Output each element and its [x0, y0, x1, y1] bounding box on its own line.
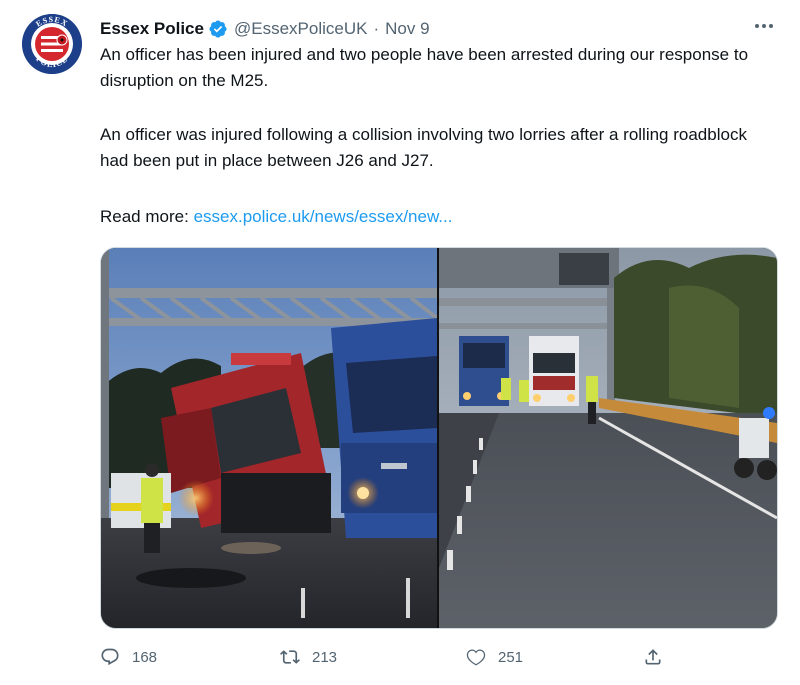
reply-button[interactable]: 168 — [100, 640, 157, 674]
retweet-button[interactable]: 213 — [280, 640, 337, 674]
heart-icon — [466, 649, 486, 666]
read-more-label: Read more: — [100, 207, 189, 226]
tweet-date[interactable]: Nov 9 — [385, 19, 429, 39]
account-handle[interactable]: @EssexPoliceUK — [234, 19, 367, 39]
account-avatar[interactable]: ESSEX POLICE — [22, 14, 82, 74]
tweet-media — [100, 247, 778, 629]
tweet-actions: 168 213 251 — [100, 640, 670, 674]
more-horizontal-icon — [755, 24, 773, 28]
tweet-header: Essex Police @EssexPoliceUK · Nov 9 — [100, 16, 430, 42]
verified-badge-icon — [209, 20, 227, 38]
read-more-line: Read more: essex.police.uk/news/essex/ne… — [100, 204, 770, 230]
article-link[interactable]: essex.police.uk/news/essex/new... — [194, 207, 453, 226]
share-button[interactable] — [643, 640, 675, 674]
tweet-paragraph-2: An officer was injured following a colli… — [100, 125, 747, 170]
like-button[interactable]: 251 — [466, 640, 523, 674]
share-icon — [645, 649, 661, 665]
more-options-button[interactable] — [748, 14, 780, 38]
tweet-card[interactable]: ESSEX POLICE Essex Police @EssexPoliceUK… — [0, 0, 800, 685]
retweet-icon — [280, 650, 300, 664]
separator-dot: · — [373, 19, 380, 38]
account-name[interactable]: Essex Police — [100, 19, 204, 39]
essex-police-logo: ESSEX POLICE — [22, 14, 82, 74]
photo-motorway-scene[interactable] — [439, 248, 777, 628]
photo-lorry-collision[interactable] — [101, 248, 437, 628]
like-count: 251 — [498, 648, 524, 666]
tweet-paragraph-1: An officer has been injured and two peop… — [100, 45, 749, 90]
reply-icon — [101, 648, 119, 666]
reply-count: 168 — [132, 648, 158, 666]
retweet-count: 213 — [312, 648, 338, 666]
